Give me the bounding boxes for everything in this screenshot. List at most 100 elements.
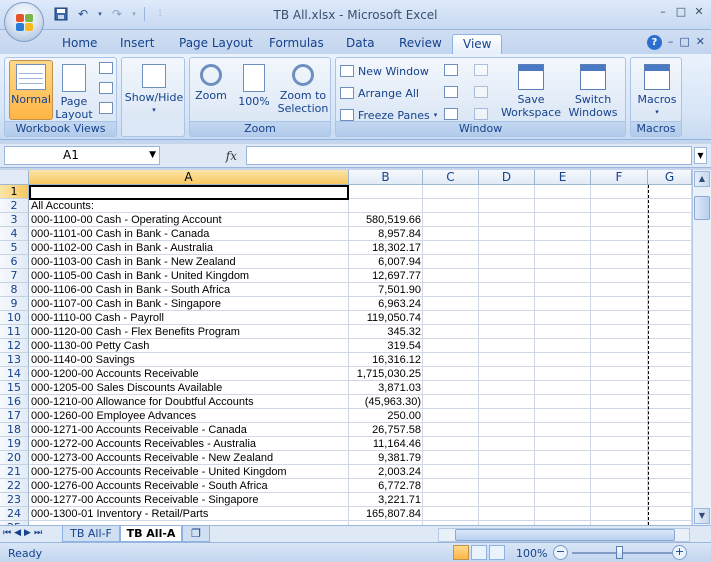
row-header[interactable]: 2 bbox=[0, 199, 29, 213]
column-header-g[interactable]: G bbox=[648, 170, 692, 185]
cell-account[interactable]: All Accounts: bbox=[31, 199, 347, 213]
cell-balance[interactable]: 250.00 bbox=[349, 409, 421, 423]
ribbon-minimize-button[interactable]: – bbox=[668, 35, 674, 50]
page-layout-shortcut-icon[interactable] bbox=[471, 545, 487, 560]
tab-home[interactable]: Home bbox=[62, 34, 97, 54]
cell-balance[interactable] bbox=[349, 199, 421, 213]
cell-account[interactable]: 000-1130-00 Petty Cash bbox=[31, 339, 347, 353]
zoom-in-icon[interactable]: + bbox=[672, 545, 687, 560]
column-header-b[interactable]: B bbox=[349, 170, 423, 185]
cell-balance[interactable] bbox=[349, 185, 421, 199]
cell-account[interactable]: 000-1277-00 Accounts Receivable - Singap… bbox=[31, 493, 347, 507]
cell-account[interactable]: 000-1140-00 Savings bbox=[31, 353, 347, 367]
new-window-button[interactable]: New Window bbox=[340, 62, 429, 80]
row-header[interactable]: 6 bbox=[0, 255, 29, 269]
prev-sheet-icon[interactable]: ◀ bbox=[14, 528, 21, 538]
cell-balance[interactable]: 2,003.24 bbox=[349, 465, 421, 479]
column-header-e[interactable]: E bbox=[535, 170, 591, 185]
cell-account[interactable]: 000-1107-00 Cash in Bank - Singapore bbox=[31, 297, 347, 311]
scroll-up-icon[interactable]: ▲ bbox=[694, 171, 710, 187]
sheet-tab-tb-all-f[interactable]: TB All-F bbox=[62, 526, 120, 542]
cell-account[interactable]: 000-1101-00 Cash in Bank - Canada bbox=[31, 227, 347, 241]
page-layout-view-button[interactable]: Page Layout bbox=[55, 61, 93, 121]
hide-icon[interactable] bbox=[444, 86, 458, 98]
row-header[interactable]: 4 bbox=[0, 227, 29, 241]
cell-balance[interactable]: 26,757.58 bbox=[349, 423, 421, 437]
zoom-to-selection-button[interactable]: Zoom to Selection bbox=[276, 61, 330, 121]
minimize-button[interactable]: – bbox=[655, 4, 671, 20]
cell-balance[interactable]: 12,697.77 bbox=[349, 269, 421, 283]
cell-account[interactable]: 000-1275-00 Accounts Receivable - United… bbox=[31, 465, 347, 479]
cell-balance[interactable]: 7,501.90 bbox=[349, 283, 421, 297]
show-hide-button[interactable]: Show/Hide ▾ bbox=[124, 61, 184, 121]
macros-button[interactable]: Macros ▾ bbox=[633, 61, 681, 121]
view-side-by-side-icon[interactable] bbox=[474, 64, 488, 76]
vertical-scroll-thumb[interactable] bbox=[694, 196, 710, 220]
first-sheet-icon[interactable]: ⏮ bbox=[3, 528, 11, 538]
row-header[interactable]: 16 bbox=[0, 395, 29, 409]
full-screen-icon[interactable] bbox=[99, 102, 113, 114]
row-header[interactable]: 21 bbox=[0, 465, 29, 479]
row-header[interactable]: 11 bbox=[0, 325, 29, 339]
name-box-dropdown-icon[interactable]: ▼ bbox=[149, 147, 156, 164]
row-header[interactable]: 13 bbox=[0, 353, 29, 367]
cell-account[interactable]: 000-1276-00 Accounts Receivable - South … bbox=[31, 479, 347, 493]
cell-account[interactable]: 000-1110-00 Cash - Payroll bbox=[31, 311, 347, 325]
column-header-a[interactable]: A bbox=[29, 170, 349, 185]
insert-sheet-icon[interactable]: ❐ bbox=[182, 526, 210, 542]
next-sheet-icon[interactable]: ▶ bbox=[24, 528, 31, 538]
scroll-down-icon[interactable]: ▼ bbox=[694, 508, 710, 524]
last-sheet-icon[interactable]: ⏭ bbox=[34, 528, 42, 538]
vertical-scrollbar[interactable]: ▲ ▼ bbox=[692, 170, 711, 525]
help-icon[interactable]: ? bbox=[646, 35, 662, 50]
cell-account[interactable]: 000-1273-00 Accounts Receivable - New Ze… bbox=[31, 451, 347, 465]
cell-account[interactable]: 000-1103-00 Cash in Bank - New Zealand bbox=[31, 255, 347, 269]
save-workspace-button[interactable]: Save Workspace bbox=[500, 61, 562, 121]
cell-account[interactable]: 000-1120-00 Cash - Flex Benefits Program bbox=[31, 325, 347, 339]
ribbon-restore-button[interactable]: □ bbox=[679, 35, 689, 50]
row-header[interactable]: 17 bbox=[0, 409, 29, 423]
cell-balance[interactable]: 345.32 bbox=[349, 325, 421, 339]
cell-balance[interactable]: 16,316.12 bbox=[349, 353, 421, 367]
column-header-c[interactable]: C bbox=[423, 170, 479, 185]
cell-account[interactable]: 000-1272-00 Accounts Receivables - Austr… bbox=[31, 437, 347, 451]
unhide-icon[interactable] bbox=[444, 108, 458, 120]
ribbon-close-button[interactable]: ✕ bbox=[696, 35, 705, 50]
office-button[interactable] bbox=[4, 2, 44, 42]
cell-balance[interactable]: 6,772.78 bbox=[349, 479, 421, 493]
horizontal-scrollbar[interactable] bbox=[438, 528, 690, 542]
cell-balance[interactable]: 165,807.84 bbox=[349, 507, 421, 521]
synchronous-scrolling-icon[interactable] bbox=[474, 86, 488, 98]
cell-account[interactable]: 000-1106-00 Cash in Bank - South Africa bbox=[31, 283, 347, 297]
row-header[interactable]: 8 bbox=[0, 283, 29, 297]
cell-balance[interactable]: 580,519.66 bbox=[349, 213, 421, 227]
tab-insert[interactable]: Insert bbox=[120, 34, 154, 54]
cell-balance[interactable]: 8,957.84 bbox=[349, 227, 421, 241]
row-header[interactable]: 9 bbox=[0, 297, 29, 311]
insert-function-icon[interactable]: fx bbox=[226, 149, 237, 163]
cell-account[interactable]: 000-1205-00 Sales Discounts Available bbox=[31, 381, 347, 395]
row-header[interactable]: 24 bbox=[0, 507, 29, 521]
page-break-shortcut-icon[interactable] bbox=[489, 545, 505, 560]
tab-review[interactable]: Review bbox=[399, 34, 442, 54]
expand-formula-bar-icon[interactable]: ▼ bbox=[694, 147, 707, 164]
cell-balance[interactable]: 1,715,030.25 bbox=[349, 367, 421, 381]
normal-view-button[interactable]: Normal bbox=[9, 60, 53, 120]
cell-balance[interactable]: (45,963.30) bbox=[349, 395, 421, 409]
custom-views-icon[interactable] bbox=[99, 82, 113, 94]
cell-balance[interactable]: 6,963.24 bbox=[349, 297, 421, 311]
tab-formulas[interactable]: Formulas bbox=[269, 34, 324, 54]
row-header[interactable]: 10 bbox=[0, 311, 29, 325]
close-button[interactable]: ✕ bbox=[691, 4, 707, 20]
cell-balance[interactable]: 119,050.74 bbox=[349, 311, 421, 325]
name-box[interactable]: A1 ▼ bbox=[4, 146, 160, 165]
row-header[interactable]: 23 bbox=[0, 493, 29, 507]
row-header[interactable]: 15 bbox=[0, 381, 29, 395]
tab-page-layout[interactable]: Page Layout bbox=[179, 34, 253, 54]
cell-balance[interactable]: 18,302.17 bbox=[349, 241, 421, 255]
row-header[interactable]: 1 bbox=[0, 185, 29, 199]
column-header-d[interactable]: D bbox=[479, 170, 535, 185]
cell-balance[interactable]: 3,871.03 bbox=[349, 381, 421, 395]
cell-account[interactable]: 000-1260-00 Employee Advances bbox=[31, 409, 347, 423]
formula-input[interactable] bbox=[246, 146, 692, 165]
